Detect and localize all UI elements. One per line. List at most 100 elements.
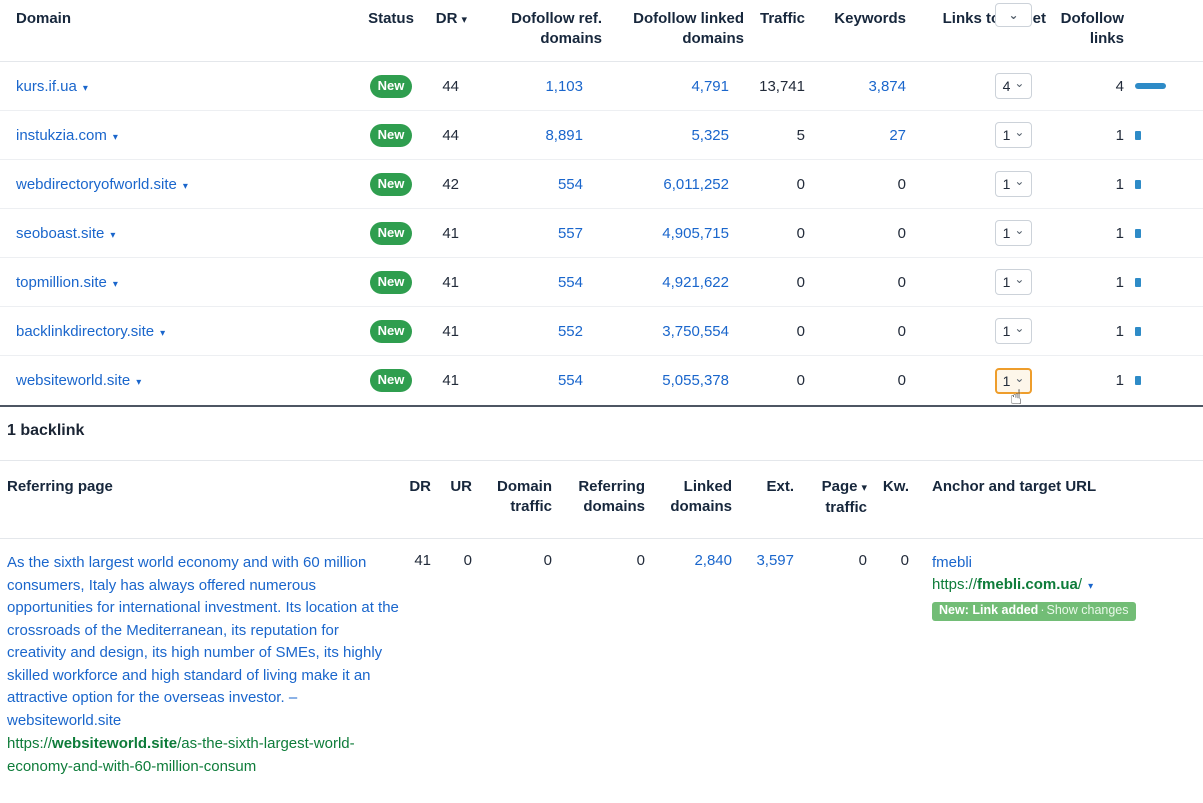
col-header-page-label: Page xyxy=(821,478,858,495)
dofollow-ref-domains-link[interactable]: 1,103 xyxy=(545,78,583,95)
dofollow-linked-domains-link[interactable]: 4,791 xyxy=(691,78,729,95)
links-to-target-select[interactable]: 1 ⌄ xyxy=(995,171,1032,197)
col-header-dofollow-ref-domains: Dofollow ref. domains xyxy=(511,10,602,47)
ext-links-link[interactable]: 3,597 xyxy=(756,552,794,569)
select-value: 1 xyxy=(1002,372,1011,389)
dofollow-links-bar xyxy=(1135,83,1166,89)
dofollow-ref-domains-link[interactable]: 554 xyxy=(558,176,583,193)
col-header-referring-page: Referring page xyxy=(7,478,113,495)
domains-table-header: Domain Status DR ▾ Dofollow ref. domains … xyxy=(0,0,1203,62)
col-header-ext: Ext. xyxy=(766,478,794,495)
show-changes-link[interactable]: Show changes xyxy=(1047,603,1129,617)
domain-link[interactable]: kurs.if.ua xyxy=(16,78,77,95)
status-badge: New xyxy=(369,369,413,392)
dofollow-links-bar xyxy=(1135,228,1141,238)
col-header-domain-traffic: Domain traffic xyxy=(496,478,552,515)
dofollow-linked-domains-link[interactable]: 5,055,378 xyxy=(662,372,729,389)
referring-page-url-link[interactable]: https://websiteworld.site/as-the-sixth-l… xyxy=(7,733,400,778)
anchor-text-link[interactable]: fmebli xyxy=(932,552,972,574)
table-row: webdirectoryofworld.site ▾ New 42 554 6,0… xyxy=(0,160,1203,209)
keywords-link[interactable]: 27 xyxy=(889,127,906,144)
dr-value: 41 xyxy=(414,552,431,569)
chevron-down-icon[interactable]: ▾ xyxy=(136,377,141,388)
dofollow-links-value: 4 xyxy=(1115,77,1124,95)
domain-link[interactable]: seoboast.site xyxy=(16,225,104,242)
dofollow-ref-domains-link[interactable]: 552 xyxy=(558,323,583,340)
status-badge: New xyxy=(369,319,413,343)
table-row: instukzia.com ▾ New 44 8,891 5,325 5 27 1… xyxy=(0,111,1203,160)
dofollow-links-bar xyxy=(1135,130,1141,140)
backlinks-table-header: Referring page DR UR Domain traffic Refe… xyxy=(0,461,1203,539)
dofollow-linked-domains-link[interactable]: 3,750,554 xyxy=(662,323,729,340)
chevron-down-icon[interactable]: ▾ xyxy=(1088,581,1093,592)
chevron-down-icon[interactable]: ▾ xyxy=(160,328,165,339)
domain-link[interactable]: instukzia.com xyxy=(16,127,107,144)
traffic-value: 13,741 xyxy=(759,77,805,95)
referring-page-title-link[interactable]: As the sixth largest world economy and w… xyxy=(7,552,400,732)
select-value: 1 xyxy=(1002,323,1011,339)
keywords-value: 0 xyxy=(897,175,906,193)
backlink-row: As the sixth largest world economy and w… xyxy=(0,539,1203,778)
domain-link[interactable]: webdirectoryofworld.site xyxy=(16,176,177,193)
col-header-dr-label: DR xyxy=(435,10,458,27)
link-change-badge: New: Link added · Show changes xyxy=(932,602,1136,621)
dr-value: 44 xyxy=(442,77,459,95)
keywords-link[interactable]: 3,874 xyxy=(868,78,906,95)
keywords-value: 0 xyxy=(897,224,906,242)
dofollow-links-bar xyxy=(1135,326,1141,336)
col-header-dr[interactable]: DR ▾ xyxy=(420,0,467,30)
backlinks-report-page: Domain Status DR ▾ Dofollow ref. domains … xyxy=(0,0,1203,803)
domain-link[interactable]: topmillion.site xyxy=(16,274,107,291)
select-value: 1 xyxy=(1002,225,1011,241)
dofollow-links-bar xyxy=(1135,179,1141,189)
select-value: 1 xyxy=(1002,176,1011,192)
select-value: 4 xyxy=(1002,78,1011,94)
dofollow-ref-domains-link[interactable]: 557 xyxy=(558,225,583,242)
table-row: backlinkdirectory.site ▾ New 41 552 3,750… xyxy=(0,307,1203,356)
dofollow-linked-domains-link[interactable]: 6,011,252 xyxy=(663,176,729,193)
chevron-down-icon: ⌄ xyxy=(1014,370,1025,385)
chevron-down-icon[interactable]: ▾ xyxy=(83,83,88,94)
kw-value: 0 xyxy=(900,552,909,569)
chevron-down-icon[interactable]: ▾ xyxy=(183,181,188,192)
dofollow-links-bar xyxy=(1135,277,1141,287)
col-header-page-traffic[interactable]: Page ▾ traffic xyxy=(794,461,867,518)
links-to-target-select-partial[interactable]: ⌄ xyxy=(995,3,1032,27)
chevron-down-icon[interactable]: ▾ xyxy=(113,279,118,290)
domain-link[interactable]: websiteworld.site xyxy=(16,372,130,389)
links-to-target-select[interactable]: 1 ⌄ xyxy=(995,367,1032,394)
dofollow-linked-domains-link[interactable]: 5,325 xyxy=(691,127,729,144)
col-header-anchor-target-url: Anchor and target URL xyxy=(932,478,1097,495)
target-url-link[interactable]: https://fmebli.com.ua/ xyxy=(932,576,1082,593)
keywords-value: 0 xyxy=(897,273,906,291)
keywords-value: 0 xyxy=(897,372,906,389)
links-to-target-select[interactable]: 4 ⌄ xyxy=(995,73,1032,99)
chevron-down-icon: ⌄ xyxy=(1014,272,1025,286)
status-badge: New xyxy=(369,221,413,245)
links-to-target-select[interactable]: 1 ⌄ xyxy=(995,220,1032,246)
dofollow-links-value: 1 xyxy=(1115,322,1124,340)
domain-link[interactable]: backlinkdirectory.site xyxy=(16,323,154,340)
dr-value: 41 xyxy=(442,273,459,291)
dofollow-ref-domains-link[interactable]: 554 xyxy=(558,372,583,389)
dr-value: 41 xyxy=(442,372,459,389)
links-to-target-select[interactable]: 1 ⌄ xyxy=(995,269,1032,295)
url-domain: websiteworld.site xyxy=(52,735,178,752)
status-badge: New xyxy=(369,172,413,196)
dofollow-linked-domains-link[interactable]: 4,921,622 xyxy=(662,274,729,291)
links-to-target-select[interactable]: 1 ⌄ xyxy=(995,318,1032,344)
dofollow-ref-domains-link[interactable]: 554 xyxy=(558,274,583,291)
link-change-label: New: Link added xyxy=(939,603,1039,617)
domain-traffic-value: 0 xyxy=(543,552,552,569)
dofollow-ref-domains-link[interactable]: 8,891 xyxy=(545,127,583,144)
col-header-referring-domains: Referring domains xyxy=(578,478,645,515)
chevron-down-icon[interactable]: ▾ xyxy=(110,230,115,241)
chevron-down-icon[interactable]: ▾ xyxy=(113,132,118,143)
linked-domains-link[interactable]: 2,840 xyxy=(694,552,732,569)
page-traffic-value: 0 xyxy=(858,552,867,569)
referring-domains-value: 0 xyxy=(636,552,645,569)
col-header-traffic: Traffic xyxy=(759,10,805,27)
links-to-target-select[interactable]: 1 ⌄ xyxy=(995,122,1032,148)
traffic-value: 0 xyxy=(796,372,805,389)
dofollow-linked-domains-link[interactable]: 4,905,715 xyxy=(662,225,729,242)
